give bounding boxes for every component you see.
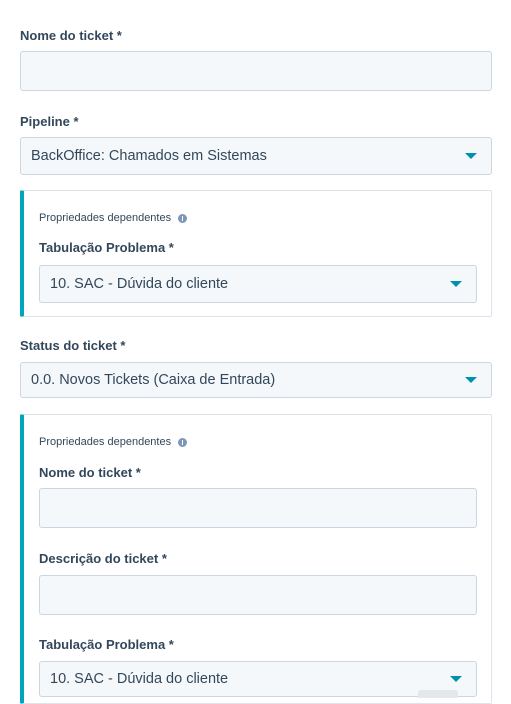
scrollbar-thumb[interactable] bbox=[418, 690, 458, 698]
pipeline-tabulacao-value: 10. SAC - Dúvida do cliente bbox=[50, 276, 229, 292]
pipeline-dependent-panel: Propriedades dependentes Tabulação Probl… bbox=[20, 190, 492, 317]
dependent-title-text: Propriedades dependentes bbox=[39, 436, 172, 448]
dependent-description-label: Descrição do ticket * bbox=[39, 551, 167, 566]
status-dependent-panel: Propriedades dependentes Nome do ticket … bbox=[20, 414, 492, 704]
pipeline-tabulacao-label: Tabulação Problema * bbox=[39, 240, 174, 255]
caret-down-icon bbox=[465, 377, 477, 383]
status-dependent-title: Propriedades dependentes bbox=[39, 436, 188, 448]
pipeline-select[interactable]: BackOffice: Chamados em Sistemas bbox=[20, 137, 492, 175]
ticket-name-input[interactable] bbox=[20, 51, 492, 91]
ticket-name-label: Nome do ticket * bbox=[20, 28, 122, 43]
caret-down-icon bbox=[450, 676, 462, 682]
dependent-ticket-name-input[interactable] bbox=[39, 488, 477, 528]
caret-down-icon bbox=[465, 153, 477, 159]
dependent-description-input[interactable] bbox=[39, 575, 477, 615]
dependent-tabulacao-value: 10. SAC - Dúvida do cliente bbox=[50, 671, 229, 687]
dependent-tabulacao-select[interactable]: 10. SAC - Dúvida do cliente bbox=[39, 661, 477, 697]
pipeline-selected-value: BackOffice: Chamados em Sistemas bbox=[31, 148, 267, 164]
status-label: Status do ticket * bbox=[20, 338, 126, 353]
caret-down-icon bbox=[450, 281, 462, 287]
dependent-ticket-name-label: Nome do ticket * bbox=[39, 465, 141, 480]
status-selected-value: 0.0. Novos Tickets (Caixa de Entrada) bbox=[31, 372, 276, 388]
pipeline-dependent-title: Propriedades dependentes bbox=[39, 212, 188, 224]
info-icon[interactable] bbox=[178, 213, 188, 223]
dependent-title-text: Propriedades dependentes bbox=[39, 212, 172, 224]
status-select[interactable]: 0.0. Novos Tickets (Caixa de Entrada) bbox=[20, 362, 492, 398]
info-icon[interactable] bbox=[178, 437, 188, 447]
pipeline-tabulacao-select[interactable]: 10. SAC - Dúvida do cliente bbox=[39, 265, 477, 303]
pipeline-label: Pipeline * bbox=[20, 114, 79, 129]
dependent-tabulacao-label: Tabulação Problema * bbox=[39, 637, 174, 652]
